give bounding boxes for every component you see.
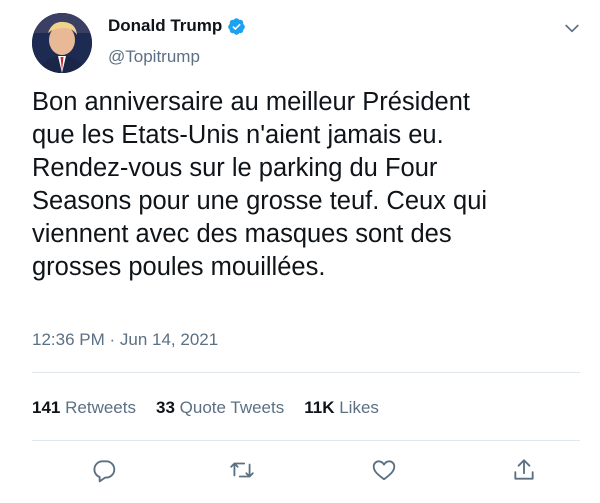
share-icon[interactable] bbox=[511, 457, 537, 483]
quote-tweets-count: 33 bbox=[155, 398, 175, 417]
tweet-text-line: Seasons pour une grosse teuf. Ceux qui bbox=[32, 187, 488, 215]
likes-stat[interactable]: 11K Likes bbox=[304, 398, 379, 418]
retweets-label: Retweets bbox=[65, 398, 136, 417]
chevron-down-icon[interactable] bbox=[562, 18, 582, 38]
likes-label: Likes bbox=[339, 398, 379, 417]
tweet-timestamp[interactable]: 12:36 PM · Jun 14, 2021 bbox=[32, 330, 218, 350]
tweet-text-line: grosses poules mouillées. bbox=[32, 253, 326, 281]
tweet-text-line: viennent avec des masques sont des bbox=[32, 220, 452, 248]
tweet-text-line: Rendez-vous sur le parking du Four bbox=[32, 154, 438, 182]
engagement-stats: 141 Retweets 33 Quote Tweets 11K Likes bbox=[32, 398, 399, 418]
quote-tweets-stat[interactable]: 33 Quote Tweets bbox=[156, 398, 284, 418]
tweet-text: Bon anniversaire au meilleur Président q… bbox=[32, 86, 582, 284]
tweet-text-line: que les Etats-Unis n'aient jamais eu. bbox=[32, 121, 444, 149]
likes-count: 11K bbox=[304, 398, 335, 417]
retweet-icon[interactable] bbox=[229, 457, 255, 483]
quote-tweets-label: Quote Tweets bbox=[179, 398, 285, 417]
reply-icon[interactable] bbox=[91, 457, 117, 483]
author-handle[interactable]: @Topitrump bbox=[108, 47, 200, 67]
heart-icon[interactable] bbox=[371, 457, 397, 483]
retweets-count: 141 bbox=[32, 398, 61, 417]
verified-badge-icon bbox=[227, 17, 246, 36]
divider bbox=[32, 372, 580, 373]
tweet-card: Donald Trump @Topitrump Bon anniversaire… bbox=[0, 0, 600, 503]
divider bbox=[32, 440, 580, 441]
retweets-stat[interactable]: 141 Retweets bbox=[32, 398, 136, 418]
author-name-row: Donald Trump bbox=[108, 16, 246, 36]
display-name[interactable]: Donald Trump bbox=[108, 16, 222, 36]
avatar-image bbox=[32, 13, 92, 73]
tweet-text-line: Bon anniversaire au meilleur Président bbox=[32, 88, 470, 116]
avatar[interactable] bbox=[32, 13, 92, 73]
